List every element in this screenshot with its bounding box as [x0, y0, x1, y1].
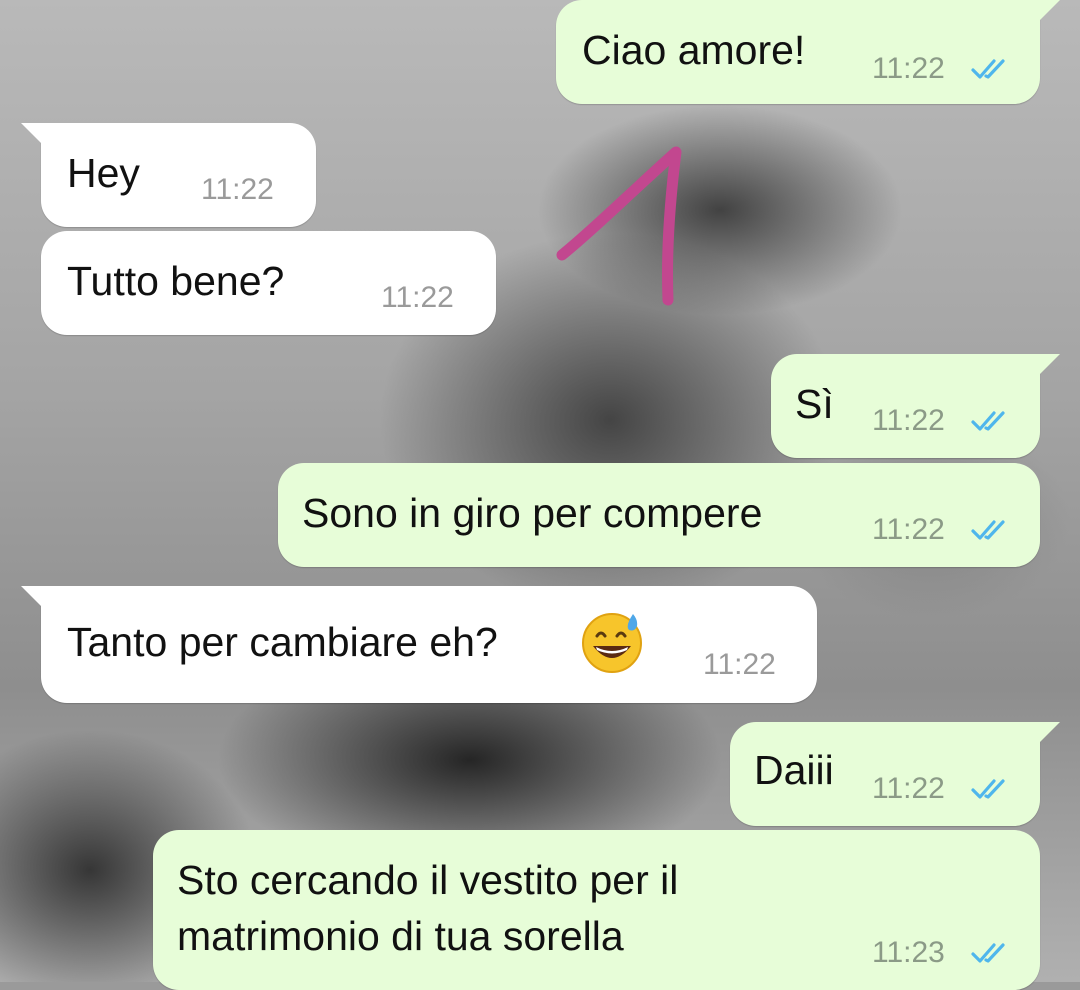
message-bubble-outgoing[interactable]: Sì 11:22	[771, 354, 1060, 458]
message-bubble-outgoing[interactable]: Ciao amore! 11:22	[556, 0, 1060, 104]
double-check-read-icon	[971, 779, 1005, 799]
hand-drawn-arrow-annotation	[556, 146, 682, 306]
message-text: Ciao amore!	[582, 27, 806, 73]
message-text: Daiii	[754, 747, 834, 793]
message-bubble-incoming[interactable]: Tanto per cambiare eh? 11:22	[21, 586, 817, 703]
message-text: Tutto bene?	[67, 258, 285, 304]
message-timestamp: 11:22	[201, 173, 274, 206]
message-bubble-outgoing[interactable]: Sono in giro per compere 11:22	[278, 463, 1040, 567]
message-timestamp: 11:22	[872, 513, 945, 546]
message-bubble-incoming[interactable]: Hey 11:22	[21, 123, 316, 227]
message-timestamp: 11:22	[703, 648, 776, 681]
message-text: Sì	[795, 381, 834, 427]
message-text-line: Sto cercando il vestito per il	[177, 857, 679, 903]
message-text: Tanto per cambiare eh?	[67, 619, 498, 665]
message-text: Sono in giro per compere	[302, 490, 763, 536]
message-bubble-outgoing[interactable]: Sto cercando il vestito per il matrimoni…	[153, 830, 1040, 990]
double-check-read-icon	[971, 59, 1005, 79]
double-check-read-icon	[971, 943, 1005, 963]
message-bubble-outgoing[interactable]: Daiii 11:22	[730, 722, 1060, 826]
message-timestamp: 11:23	[872, 936, 945, 969]
message-text: Hey	[67, 150, 140, 196]
message-timestamp: 11:22	[872, 52, 945, 85]
grinning-face-with-sweat-icon	[582, 613, 642, 673]
double-check-read-icon	[971, 411, 1005, 431]
message-timestamp: 11:22	[381, 281, 454, 314]
message-timestamp: 11:22	[872, 772, 945, 805]
message-timestamp: 11:22	[872, 404, 945, 437]
message-bubble-incoming[interactable]: Tutto bene? 11:22	[41, 231, 496, 335]
double-check-read-icon	[971, 520, 1005, 540]
message-text-line: matrimonio di tua sorella	[177, 913, 624, 959]
